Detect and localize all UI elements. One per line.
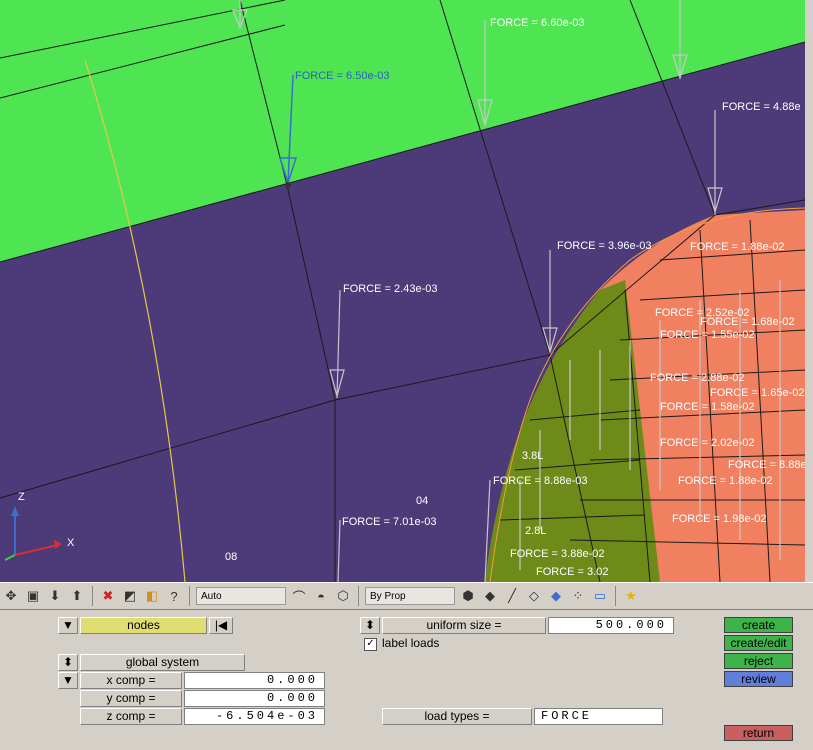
force-label: FORCE = 8.88e-03 — [493, 475, 587, 487]
wireframe-icon[interactable]: ⬢ — [459, 587, 477, 605]
line-style-icon[interactable]: ⌒ — [290, 587, 308, 605]
x-comp-label: x comp = — [80, 672, 182, 689]
reject-button[interactable]: reject — [724, 653, 793, 669]
find-icon[interactable]: ◧ — [143, 587, 161, 605]
force-label: FORCE = 6.50e-03 — [295, 70, 389, 82]
comp-dropdown-icon[interactable]: ▼ — [58, 672, 78, 689]
force-label: FORCE = 2.02e-02 — [660, 437, 754, 449]
import-icon[interactable]: ⬇ — [46, 587, 64, 605]
force-label: FORCE = 3.96e-03 — [557, 240, 651, 252]
force-label: FORCE = 1.88e-02 — [678, 475, 772, 487]
node-id-label: 3.8L — [522, 450, 543, 462]
create-button[interactable]: create — [724, 617, 793, 633]
monitor-icon[interactable]: ▭ — [591, 587, 609, 605]
graphics-viewport[interactable]: FORCE = 6.60e-03 FORCE = 6.50e-03 FORCE … — [0, 0, 805, 582]
export-icon[interactable]: ⬆ — [68, 587, 86, 605]
force-label: FORCE = 3.02 — [536, 566, 608, 578]
nodes-selector[interactable]: nodes — [80, 617, 207, 634]
node-id-label: 08 — [225, 551, 237, 563]
shaded-plane-icon[interactable]: ◆ — [547, 587, 565, 605]
z-comp-field[interactable]: -6.504e-03 — [184, 708, 325, 725]
load-types-field[interactable]: FORCE — [534, 708, 663, 725]
load-panel: ▼ nodes |◀ ⬍ global system ▼ x comp = 0.… — [0, 611, 813, 750]
plane-icon[interactable]: ◇ — [525, 587, 543, 605]
z-comp-label: z comp = — [80, 708, 182, 725]
force-label: FORCE = 1.58e-02 — [660, 401, 754, 413]
force-label: FORCE = 1.98e-02 — [672, 513, 766, 525]
force-label: FORCE = 8.88e-02 — [728, 459, 805, 471]
star-icon[interactable]: ★ — [622, 587, 640, 605]
force-label: FORCE = 1.88e-02 — [690, 241, 784, 253]
force-label: FORCE = 1.55e-02 — [660, 329, 754, 341]
line-icon[interactable]: ╱ — [503, 587, 521, 605]
load-types-label[interactable]: load types = — [382, 708, 532, 725]
node-id-label: 04 — [416, 495, 428, 507]
axis-triad: Z X — [4, 491, 75, 561]
node-id-label: 2.8L — [525, 525, 546, 537]
create-edit-button[interactable]: create/edit — [724, 635, 793, 651]
entity-dropdown-icon[interactable]: ▼ — [58, 617, 78, 634]
toolbar-separator — [615, 586, 616, 606]
visualization-toolbar: ✥ ▣ ⬇ ⬆ ✖ ◩ ◧ ? Auto ⌒ ◓ ⬡ By Prop ⬢ ◆ ╱… — [0, 582, 813, 610]
force-label: FORCE = 2.43e-03 — [343, 283, 437, 295]
force-label: FORCE = 1.68e-02 — [700, 316, 794, 328]
force-label: FORCE = 2.88e-02 — [650, 372, 744, 384]
reset-selection-icon[interactable]: |◀ — [209, 617, 233, 634]
label-loads-checkbox[interactable]: ✓ — [364, 638, 377, 651]
selected-node[interactable] — [285, 182, 291, 188]
force-label: FORCE = 3.88e-02 — [510, 548, 604, 560]
solid-icon[interactable]: ◆ — [481, 587, 499, 605]
toolbar-separator — [92, 586, 93, 606]
uniform-size-field[interactable]: 500.000 — [548, 617, 674, 634]
force-label: FORCE = 1.65e-02 — [710, 387, 804, 399]
toolbar-separator — [189, 586, 190, 606]
view-icon[interactable]: ▣ — [24, 587, 42, 605]
force-label: FORCE = 6.60e-03 — [490, 17, 584, 29]
help-icon[interactable]: ? — [165, 587, 183, 605]
force-label: FORCE = 4.88e — [722, 101, 801, 113]
system-selector[interactable]: global system — [80, 654, 245, 671]
delete-icon[interactable]: ✖ — [99, 587, 117, 605]
y-comp-field[interactable]: 0.000 — [184, 690, 325, 707]
size-toggle-icon[interactable]: ⬍ — [360, 617, 380, 634]
z-axis-label: Z — [18, 491, 25, 503]
x-axis-label: X — [67, 537, 75, 549]
force-label: FORCE = 7.01e-03 — [342, 516, 436, 528]
uniform-size-label: uniform size = — [382, 617, 546, 634]
return-button[interactable]: return — [724, 725, 793, 741]
mask-icon[interactable]: ◩ — [121, 587, 139, 605]
cube-icon[interactable]: ⬡ — [334, 587, 352, 605]
dots-icon[interactable]: ⁘ — [569, 587, 587, 605]
green-surface — [0, 0, 805, 262]
toolbar-separator — [358, 586, 359, 606]
system-toggle-icon[interactable]: ⬍ — [58, 654, 78, 671]
shade-icon[interactable]: ◓ — [312, 587, 330, 605]
pan-icon[interactable]: ✥ — [2, 587, 20, 605]
y-comp-label: y comp = — [80, 690, 182, 707]
label-loads-text: label loads — [382, 636, 440, 650]
color-by-dropdown[interactable]: By Prop — [365, 587, 455, 605]
color-mode-dropdown[interactable]: Auto — [196, 587, 286, 605]
x-comp-field[interactable]: 0.000 — [184, 672, 325, 689]
model-view[interactable]: FORCE = 6.60e-03 FORCE = 6.50e-03 FORCE … — [0, 0, 805, 582]
review-button[interactable]: review — [724, 671, 793, 687]
